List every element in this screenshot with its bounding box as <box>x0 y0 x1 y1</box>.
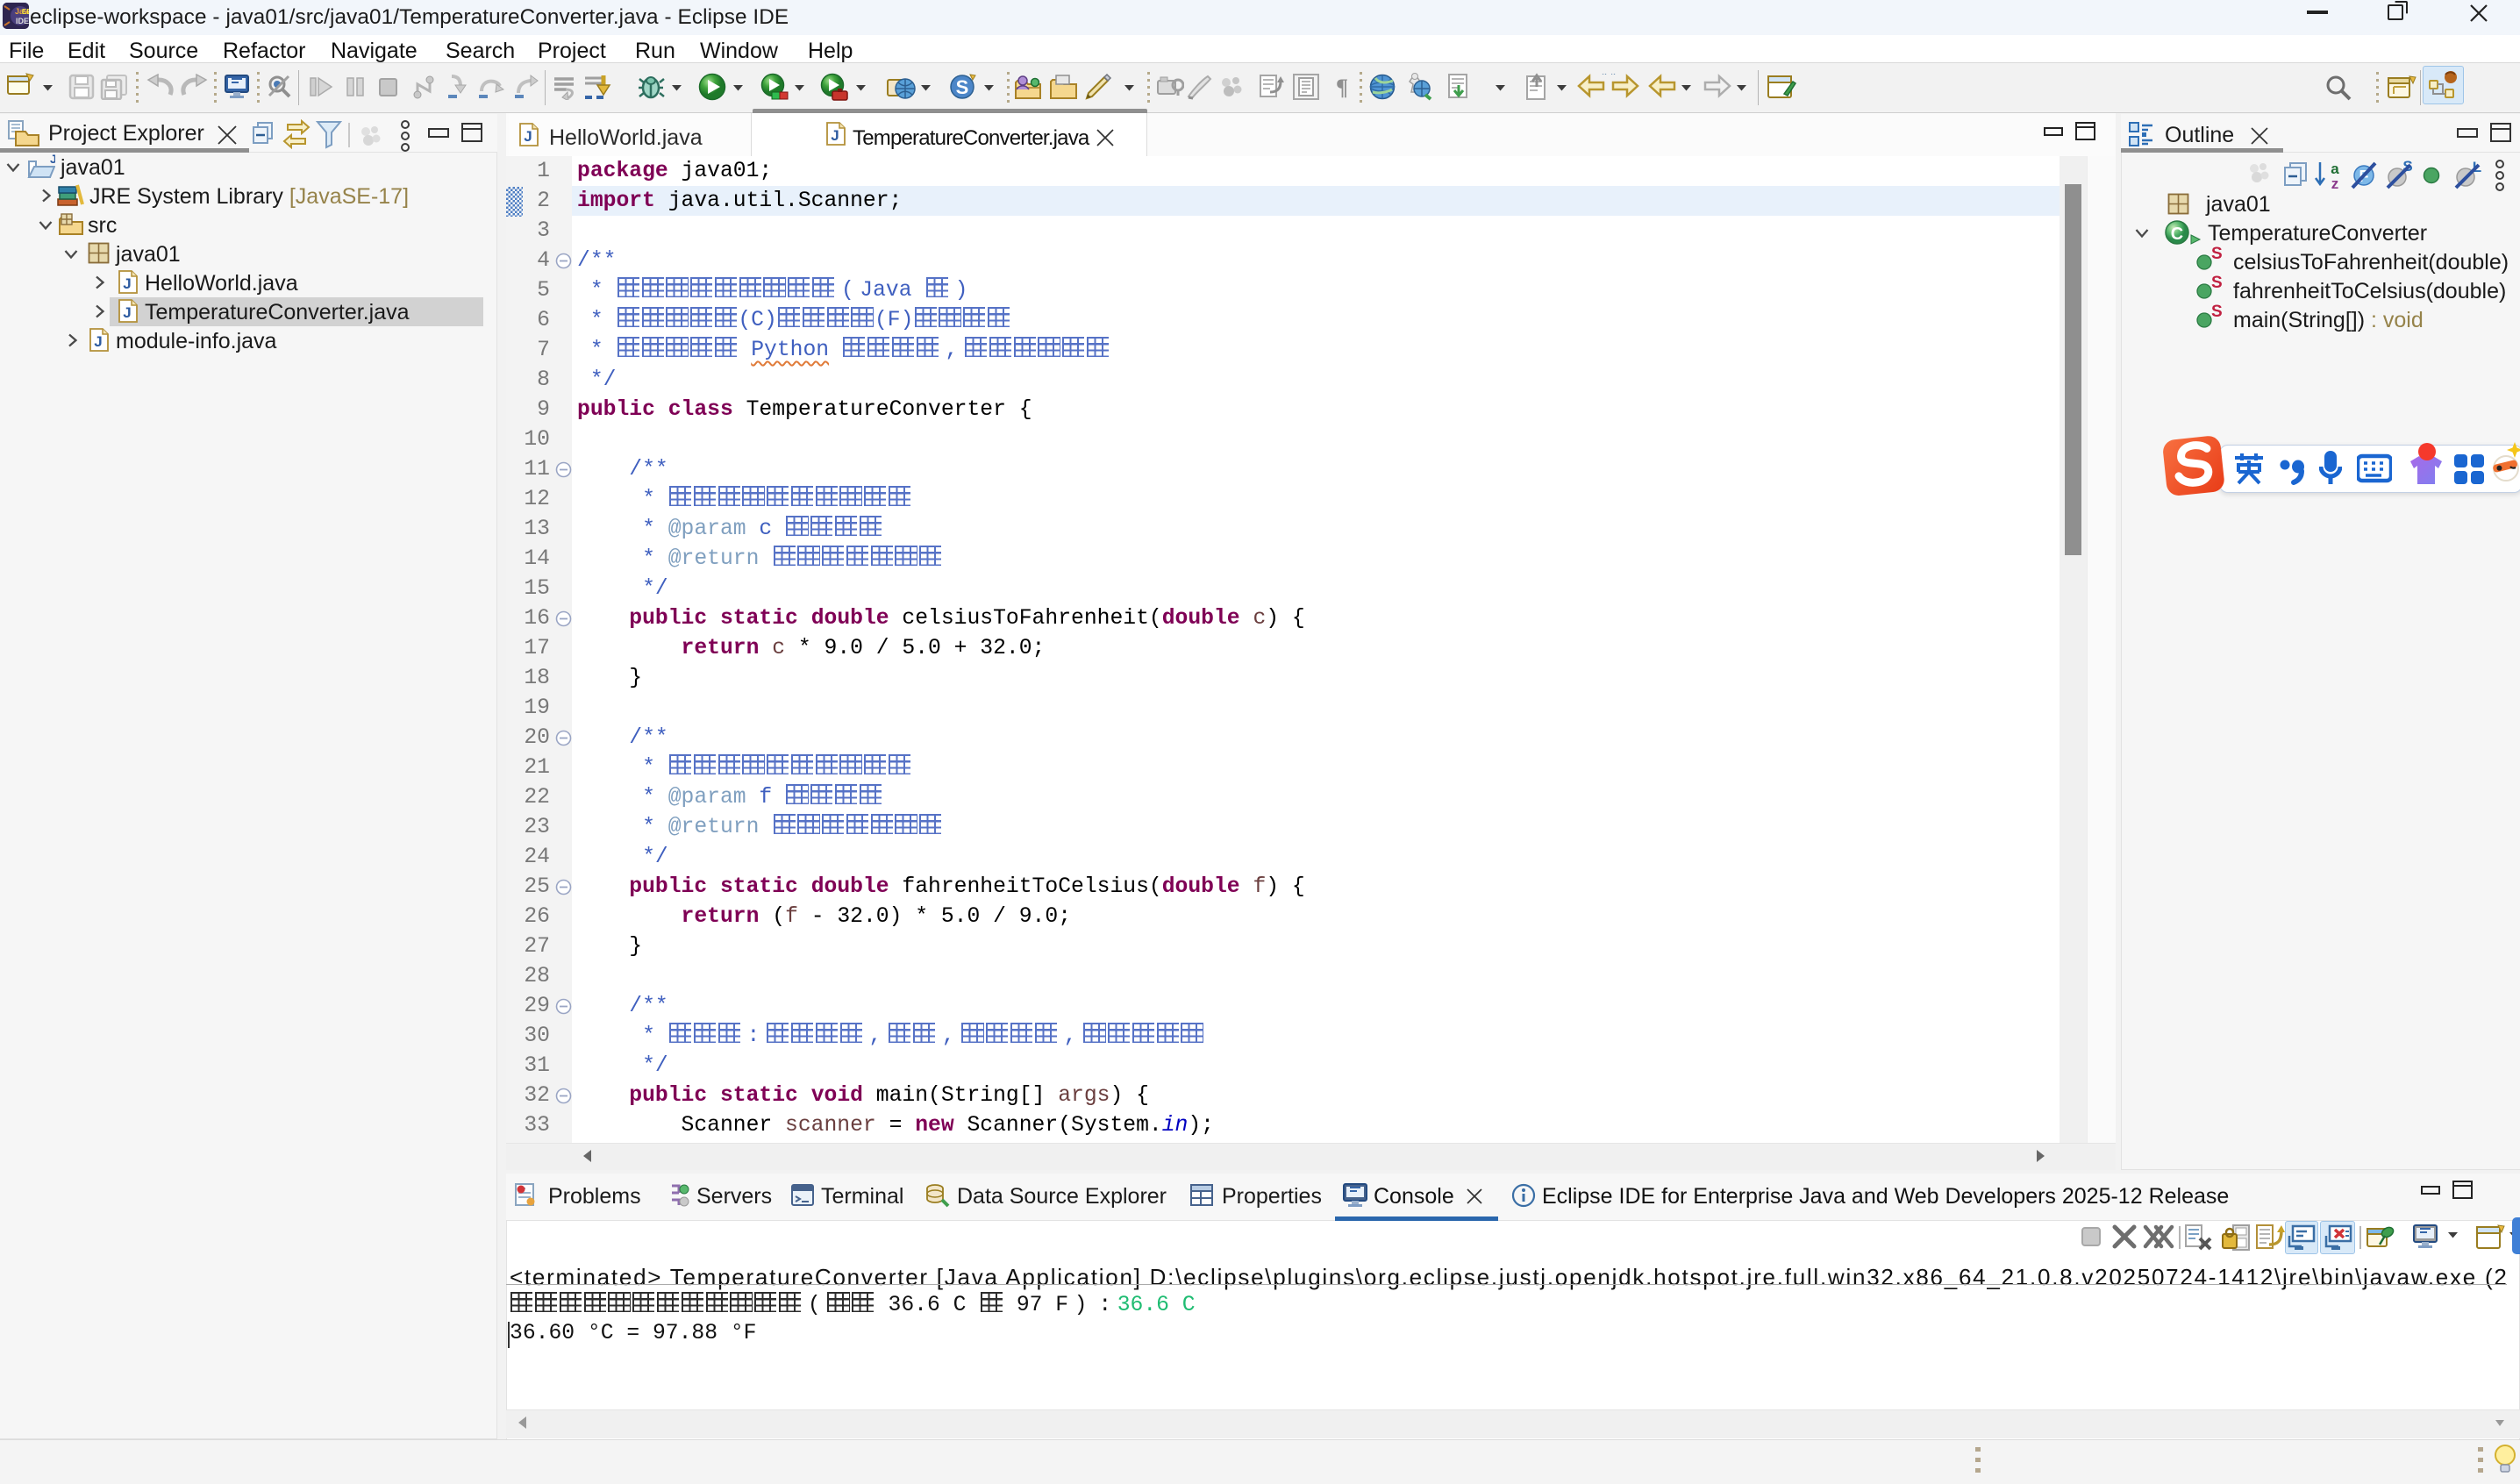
svg-text:S: S <box>956 76 969 98</box>
svg-text:z: z <box>2331 175 2339 190</box>
svg-text:EE: EE <box>22 8 29 16</box>
svg-text:J: J <box>524 128 532 145</box>
svg-text:¶: ¶ <box>1336 75 1348 100</box>
svg-text:J: J <box>831 127 839 144</box>
svg-text:J: J <box>123 304 131 321</box>
svg-text:*: * <box>1611 74 1617 82</box>
svg-text:C: C <box>2171 225 2183 244</box>
svg-text:IDE: IDE <box>16 17 29 25</box>
svg-text:J: J <box>94 333 102 350</box>
svg-text:J: J <box>123 275 131 292</box>
svg-text:J: J <box>50 154 55 166</box>
svg-text:*: * <box>1602 74 1607 82</box>
